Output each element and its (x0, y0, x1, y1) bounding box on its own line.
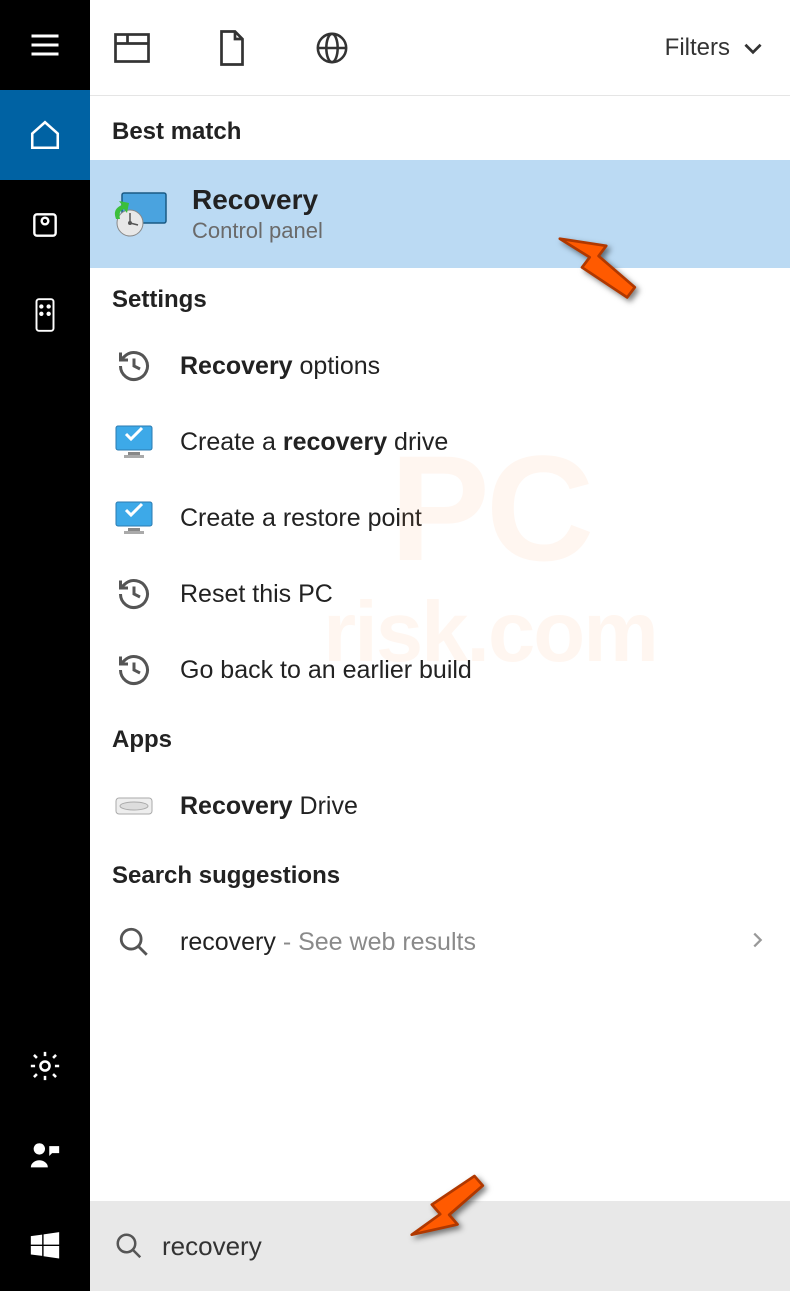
apps-header: Apps (90, 708, 790, 768)
search-panel: PC risk.com Filters Best match Recovery … (90, 0, 790, 1291)
settings-item-recovery-options[interactable]: Recovery options (90, 328, 790, 404)
filter-bar: Filters (90, 0, 790, 96)
feedback-button[interactable] (0, 1111, 90, 1201)
document-icon (217, 30, 247, 66)
settings-header: Settings (90, 268, 790, 328)
filters-dropdown[interactable]: Filters (665, 34, 766, 62)
result-label: Reset this PC (180, 580, 333, 609)
hamburger-menu-button[interactable] (0, 0, 90, 90)
monitor-icon (112, 496, 156, 540)
settings-item-create-restore-point[interactable]: Create a restore point (90, 480, 790, 556)
settings-button[interactable] (0, 1021, 90, 1111)
web-suggestion-item[interactable]: recovery - See web results (90, 904, 790, 980)
history-icon (112, 572, 156, 616)
filters-label: Filters (665, 34, 730, 62)
result-label: Recovery Drive (180, 792, 358, 821)
web-filter-button[interactable] (314, 30, 350, 66)
result-label: Recovery options (180, 352, 380, 381)
result-label: Create a restore point (180, 504, 422, 533)
search-input[interactable] (162, 1231, 766, 1262)
camera-icon (29, 209, 61, 241)
gear-icon (28, 1049, 62, 1083)
search-sidebar (0, 0, 90, 1291)
best-match-subtitle: Control panel (192, 218, 323, 244)
chevron-down-icon (740, 35, 766, 61)
monitor-icon (112, 420, 156, 464)
best-match-title: Recovery (192, 184, 323, 216)
home-button[interactable] (0, 90, 90, 180)
recovery-cp-icon (112, 186, 168, 242)
suggestion-text: recovery - See web results (180, 928, 476, 957)
remote-button[interactable] (0, 270, 90, 360)
settings-item-go-back-build[interactable]: Go back to an earlier build (90, 632, 790, 708)
settings-item-reset-pc[interactable]: Reset this PC (90, 556, 790, 632)
camera-button[interactable] (0, 180, 90, 270)
start-button[interactable] (0, 1201, 90, 1291)
apps-filter-button[interactable] (114, 30, 150, 66)
history-icon (112, 344, 156, 388)
globe-icon (315, 31, 349, 65)
chevron-right-icon (746, 925, 768, 959)
windows-logo-icon (28, 1229, 62, 1263)
remote-icon (35, 298, 55, 332)
suggestions-header: Search suggestions (90, 844, 790, 904)
documents-filter-button[interactable] (214, 30, 250, 66)
result-label: Go back to an earlier build (180, 656, 472, 685)
result-label: Create a recovery drive (180, 428, 448, 457)
search-icon (114, 1231, 144, 1261)
feedback-icon (28, 1139, 62, 1173)
app-window-icon (114, 33, 150, 63)
apps-item-recovery-drive[interactable]: Recovery Drive (90, 768, 790, 844)
search-bar (90, 1201, 790, 1291)
settings-item-create-recovery-drive[interactable]: Create a recovery drive (90, 404, 790, 480)
disk-drive-icon (112, 784, 156, 828)
history-icon (112, 648, 156, 692)
best-match-result[interactable]: Recovery Control panel (90, 160, 790, 268)
best-match-header: Best match (90, 96, 790, 160)
hamburger-icon (27, 27, 63, 63)
search-icon (112, 920, 156, 964)
home-icon (28, 118, 62, 152)
